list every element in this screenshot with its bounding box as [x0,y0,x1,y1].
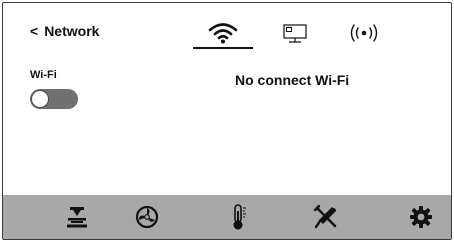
tab-ethernet[interactable] [275,19,315,47]
wifi-toggle[interactable] [30,89,78,109]
tab-hotspot[interactable] [341,19,387,47]
thermometer-icon [233,204,246,230]
wifi-status-message: No connect Wi-Fi [235,72,350,88]
back-button[interactable]: < Network [30,23,99,39]
tab-wifi[interactable] [193,19,253,47]
nav-settings[interactable] [407,203,435,231]
active-tab-indicator [193,47,253,49]
nav-tools[interactable] [312,203,340,231]
gear-icon [410,206,432,228]
wifi-label: Wi-Fi [30,69,57,81]
back-label: Network [44,23,100,39]
chevron-left-icon: < [30,23,39,39]
bottom-nav-bar [3,195,451,239]
network-tabs [193,19,413,49]
nav-print[interactable] [63,203,91,231]
screen-frame: < Network Wi-Fi No connect Wi-Fi [2,2,452,240]
hotspot-broadcast-icon [350,24,378,42]
nav-fan[interactable] [133,203,161,231]
tools-icon [313,204,337,229]
wifi-icon [208,23,238,44]
ethernet-monitor-icon [283,24,307,43]
print-head-icon [67,207,87,228]
fan-icon [135,205,159,229]
toggle-knob [31,90,49,108]
nav-temperature[interactable] [225,203,253,231]
